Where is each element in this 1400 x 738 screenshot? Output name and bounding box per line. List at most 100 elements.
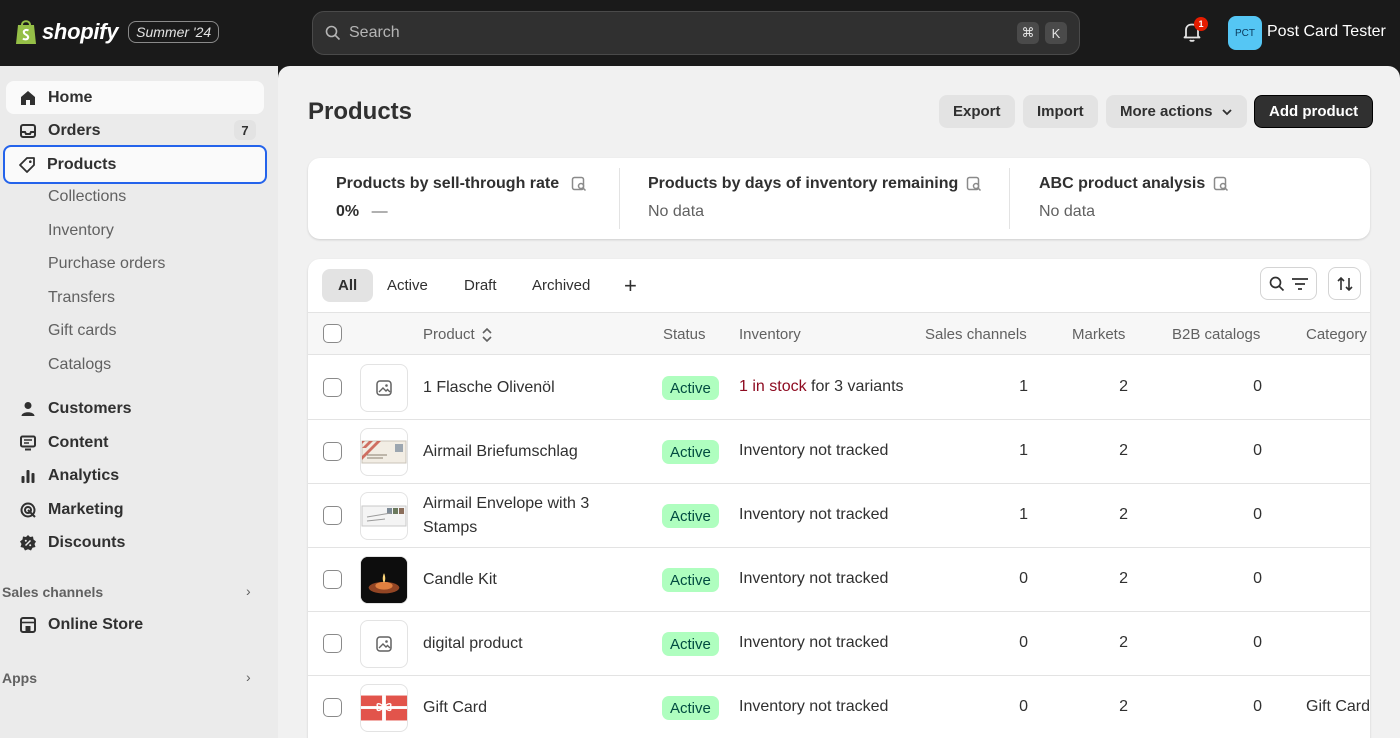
search-bar[interactable]: Search ⌘ K [312,11,1080,55]
product-thumbnail [360,364,408,412]
table-row[interactable]: Airmail Envelope with 3 Stamps Active In… [308,484,1370,548]
inventory-cell: Inventory not tracked [739,634,889,651]
product-name[interactable]: digital product [423,632,633,656]
filter-icon [1291,277,1308,290]
sidebar-item-catalogs[interactable]: Catalogs [48,356,111,374]
markets-count: 2 [1119,378,1128,395]
plus-icon: + [624,272,637,298]
sales-channels-count: 1 [1019,378,1028,395]
markets-count: 2 [1119,442,1128,459]
avatar[interactable]: PCT [1228,16,1262,50]
metric-value: No data [1039,203,1096,220]
sort-button[interactable] [1328,267,1361,300]
markets-count: 2 [1119,634,1128,651]
chevron-right-icon[interactable]: › [246,583,251,599]
brand-name: shopify [42,19,119,44]
envelope-stamps-image [361,505,407,527]
search-filter-button[interactable] [1260,267,1317,300]
more-actions-label: More actions [1120,103,1213,120]
table-row[interactable]: 1 Flasche Olivenöl Active 1 in stock for… [308,356,1370,420]
candle-image [361,557,407,603]
sidebar-item-marketing[interactable]: Marketing [6,493,264,526]
markets-count: 2 [1119,698,1128,715]
select-all-checkbox[interactable] [323,324,342,343]
metric-sell-through[interactable]: Products by sell-through rate 0% — [308,158,587,239]
export-button[interactable]: Export [939,95,1015,128]
row-checkbox[interactable] [323,378,342,397]
product-name[interactable]: Airmail Briefumschlag [423,440,633,464]
row-checkbox[interactable] [323,442,342,461]
sidebar-item-customers[interactable]: Customers [6,392,264,425]
row-checkbox[interactable] [323,506,342,525]
image-placeholder-icon [376,636,392,652]
sales-channels-heading[interactable]: Sales channels [2,584,103,600]
product-name[interactable]: 1 Flasche Olivenöl [423,376,633,400]
metric-title: ABC product analysis [1039,175,1206,192]
discount-icon [18,533,38,553]
product-name[interactable]: Airmail Envelope with 3 Stamps [423,492,633,540]
table-header: Product Status Inventory Sales channels … [308,312,1370,355]
sidebar-item-home[interactable]: Home [6,81,264,114]
sidebar-item-label: Marketing [48,500,124,518]
import-button[interactable]: Import [1023,95,1098,128]
report-icon [1214,176,1229,192]
b2b-count: 0 [1253,442,1262,459]
sidebar-item-content[interactable]: Content [6,426,264,459]
status-badge: Active [662,696,719,720]
column-product-label: Product [423,326,475,343]
tab-all[interactable]: All [322,269,374,302]
product-name[interactable]: Candle Kit [423,568,633,592]
tab-archived[interactable]: Archived [516,269,606,302]
sidebar-item-discounts[interactable]: Discounts [6,526,264,559]
sidebar-item-orders[interactable]: Orders 7 [6,114,264,147]
home-icon [18,88,38,108]
product-name[interactable]: Gift Card [423,696,633,720]
metric-abc-analysis[interactable]: ABC product analysis No data [1011,158,1229,239]
chevron-right-icon[interactable]: › [246,669,251,685]
tab-draft[interactable]: Draft [448,269,513,302]
more-actions-button[interactable]: More actions [1106,95,1247,128]
row-checkbox[interactable] [323,698,342,717]
orders-count-badge: 7 [234,120,256,140]
apps-heading[interactable]: Apps [2,670,37,686]
row-checkbox[interactable] [323,570,342,589]
sidebar-item-collections[interactable]: Collections [48,188,126,206]
report-icon [967,176,982,192]
person-icon [18,399,38,419]
sidebar-item-transfers[interactable]: Transfers [48,289,115,307]
sales-channels-count: 1 [1019,506,1028,523]
sidebar-item-label: Discounts [48,533,126,551]
inventory-cell: Inventory not tracked [739,570,889,587]
search-input[interactable]: Search [349,24,1011,42]
tab-active[interactable]: Active [371,269,444,302]
sidebar-item-gift-cards[interactable]: Gift cards [48,322,116,340]
status-badge: Active [662,504,719,528]
sidebar-item-purchase-orders[interactable]: Purchase orders [48,255,165,273]
sidebar-item-inventory[interactable]: Inventory [48,222,114,240]
sidebar-item-products[interactable]: Products [3,145,267,184]
sales-channels-count: 0 [1019,634,1028,651]
table-row[interactable]: digital product Active Inventory not tra… [308,612,1370,676]
main-content: Products Export Import More actions Add … [278,66,1400,738]
table-row[interactable]: Gift Card Active Inventory not tracked 0… [308,676,1370,738]
metric-days-inventory[interactable]: Products by days of inventory remaining … [620,158,982,239]
table-row[interactable]: Airmail Briefumschlag Active Inventory n… [308,420,1370,484]
sidebar-item-online-store[interactable]: Online Store [6,608,264,641]
shopify-logo[interactable]: shopify Summer '24 [14,18,220,46]
table-row[interactable]: Candle Kit Active Inventory not tracked … [308,548,1370,612]
report-icon [571,176,587,192]
add-view-button[interactable]: + [614,269,647,302]
column-status: Status [663,326,706,343]
search-icon [1269,276,1284,291]
column-product[interactable]: Product [423,326,493,343]
store-name[interactable]: Post Card Tester [1267,23,1386,41]
notification-count-badge: 1 [1194,17,1208,31]
sidebar-item-analytics[interactable]: Analytics [6,459,264,492]
inventory-variants: for 3 variants [806,378,904,395]
metric-value: 0% [336,203,360,220]
edition-badge[interactable]: Summer '24 [128,21,220,43]
add-product-button[interactable]: Add product [1254,95,1374,128]
row-checkbox[interactable] [323,634,342,653]
inbox-icon [18,121,38,141]
gift-card-image [361,695,407,721]
